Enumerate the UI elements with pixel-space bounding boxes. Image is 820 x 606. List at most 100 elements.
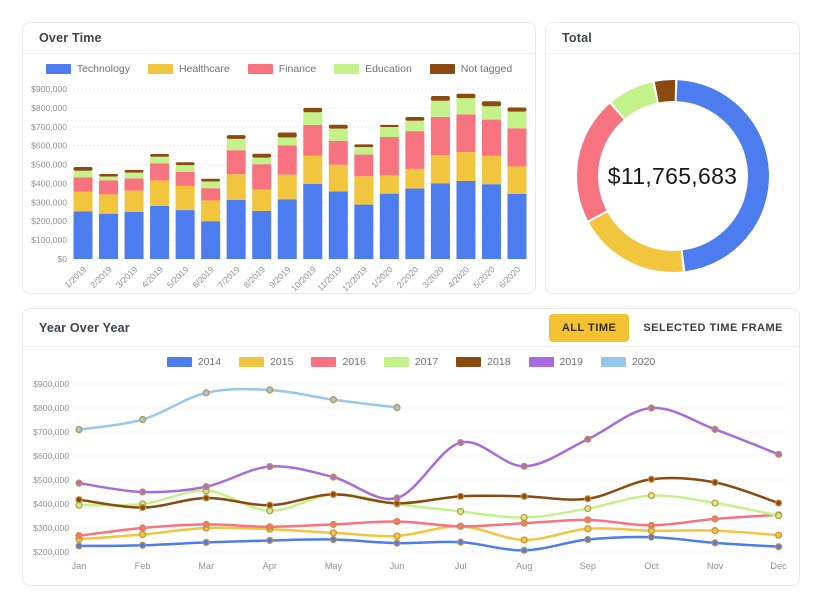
legend-item-2018[interactable]: 2018 — [456, 356, 511, 368]
line-series-2020[interactable] — [75, 386, 401, 434]
data-point[interactable] — [202, 483, 210, 491]
data-point[interactable] — [75, 532, 83, 540]
data-point[interactable] — [520, 536, 528, 544]
data-point[interactable] — [202, 520, 210, 528]
data-point[interactable] — [138, 415, 147, 424]
data-point[interactable] — [393, 532, 401, 540]
data-point[interactable] — [520, 546, 528, 554]
data-point[interactable] — [75, 479, 83, 487]
line-series-2019[interactable] — [75, 404, 783, 502]
data-point[interactable] — [647, 404, 656, 412]
data-point[interactable] — [584, 504, 592, 513]
data-point[interactable] — [774, 450, 783, 458]
bar-stack-8-2019[interactable] — [252, 153, 272, 259]
data-point[interactable] — [75, 542, 83, 550]
data-point[interactable] — [584, 525, 592, 533]
data-point[interactable] — [329, 473, 337, 481]
bar-stack-4-2020[interactable] — [456, 93, 476, 259]
bar-stack-1-2020[interactable] — [379, 124, 399, 259]
data-point[interactable] — [584, 535, 592, 544]
data-point[interactable] — [647, 533, 656, 541]
data-point[interactable] — [266, 462, 274, 471]
data-point[interactable] — [457, 522, 465, 530]
bar-stack-12-2019[interactable] — [354, 144, 374, 259]
year-over-year-line-chart[interactable]: $200,000 $300,000 $400,000 $500,000 $600,000… — [29, 372, 793, 578]
data-point[interactable] — [711, 539, 719, 547]
bar-stack-2-2019[interactable] — [99, 174, 119, 259]
legend-item-2014[interactable]: 2014 — [166, 356, 221, 368]
data-point[interactable] — [457, 538, 465, 546]
bar-stack-11-2019[interactable] — [328, 124, 348, 259]
data-point[interactable] — [138, 524, 147, 532]
over-time-stacked-bar-chart[interactable]: $0 $100,000 $200,000 $300,000 $400,000 $500,0… — [27, 79, 533, 293]
data-point[interactable] — [774, 499, 783, 507]
bar-stack-9-2019[interactable] — [277, 132, 297, 259]
data-point[interactable] — [75, 425, 83, 434]
data-point[interactable] — [266, 523, 274, 531]
data-point[interactable] — [520, 492, 528, 500]
data-point[interactable] — [138, 530, 147, 539]
data-point[interactable] — [138, 504, 147, 512]
legend-item-2016[interactable]: 2016 — [311, 356, 366, 368]
data-point[interactable] — [138, 488, 147, 496]
data-point[interactable] — [329, 529, 337, 537]
data-point[interactable] — [774, 543, 783, 551]
data-point[interactable] — [266, 386, 274, 394]
data-point[interactable] — [393, 517, 401, 526]
data-point[interactable] — [202, 538, 210, 546]
data-point[interactable] — [202, 494, 210, 502]
data-point[interactable] — [647, 491, 656, 500]
data-point[interactable] — [329, 520, 337, 528]
bar-stack-4-2019[interactable] — [150, 153, 170, 259]
legend-item-2015[interactable]: 2015 — [239, 356, 293, 368]
bar-stack-7-2019[interactable] — [226, 135, 246, 259]
data-point[interactable] — [584, 495, 592, 503]
data-point[interactable] — [457, 438, 465, 447]
bar-stack-3-2020[interactable] — [430, 95, 450, 259]
data-point[interactable] — [329, 535, 337, 544]
selected-time-frame-button[interactable]: SELECTED TIME FRAME — [641, 314, 785, 342]
data-point[interactable] — [457, 492, 465, 500]
bar-stack-2-2020[interactable] — [405, 116, 425, 259]
legend-item-not-tagged[interactable]: Not tagged — [429, 63, 512, 75]
data-point[interactable] — [711, 499, 719, 507]
data-point[interactable] — [329, 396, 337, 404]
data-point[interactable] — [711, 478, 719, 487]
data-point[interactable] — [520, 513, 528, 522]
data-point[interactable] — [711, 515, 719, 523]
bar-stack-5-2019[interactable] — [175, 162, 195, 259]
data-point[interactable] — [138, 541, 147, 549]
bar-stack-10-2019[interactable] — [303, 107, 323, 259]
data-point[interactable] — [393, 403, 401, 412]
data-point[interactable] — [774, 511, 783, 520]
data-point[interactable] — [457, 507, 465, 516]
legend-item-2020[interactable]: 2020 — [600, 356, 655, 368]
bar-stack-1-2019[interactable] — [73, 167, 93, 259]
data-point[interactable] — [202, 389, 210, 397]
data-point[interactable] — [647, 521, 656, 529]
data-point[interactable] — [774, 531, 783, 539]
all-time-button[interactable]: ALL TIME — [548, 313, 630, 342]
line-series-2014[interactable] — [75, 533, 783, 554]
data-point[interactable] — [393, 494, 401, 502]
data-point[interactable] — [520, 519, 528, 527]
legend-item-education[interactable]: Education — [334, 63, 412, 75]
data-point[interactable] — [520, 462, 528, 470]
data-point[interactable] — [647, 475, 656, 483]
legend-item-finance[interactable]: Finance — [247, 63, 316, 75]
legend-item-technology[interactable]: Technology — [45, 63, 130, 75]
data-point[interactable] — [584, 435, 592, 443]
data-point[interactable] — [711, 425, 719, 433]
data-point[interactable] — [711, 527, 719, 535]
legend-item-healthcare[interactable]: Healthcare — [147, 63, 230, 75]
data-point[interactable] — [75, 496, 83, 504]
line-series-2016[interactable] — [75, 511, 783, 540]
bar-stack-6-2020[interactable] — [507, 107, 527, 259]
data-point[interactable] — [266, 501, 274, 509]
bar-stack-3-2019[interactable] — [124, 169, 144, 259]
bar-stack-6-2019[interactable] — [201, 178, 221, 259]
data-point[interactable] — [393, 539, 401, 547]
data-point[interactable] — [329, 490, 337, 499]
data-point[interactable] — [266, 536, 274, 545]
data-point[interactable] — [584, 516, 592, 524]
